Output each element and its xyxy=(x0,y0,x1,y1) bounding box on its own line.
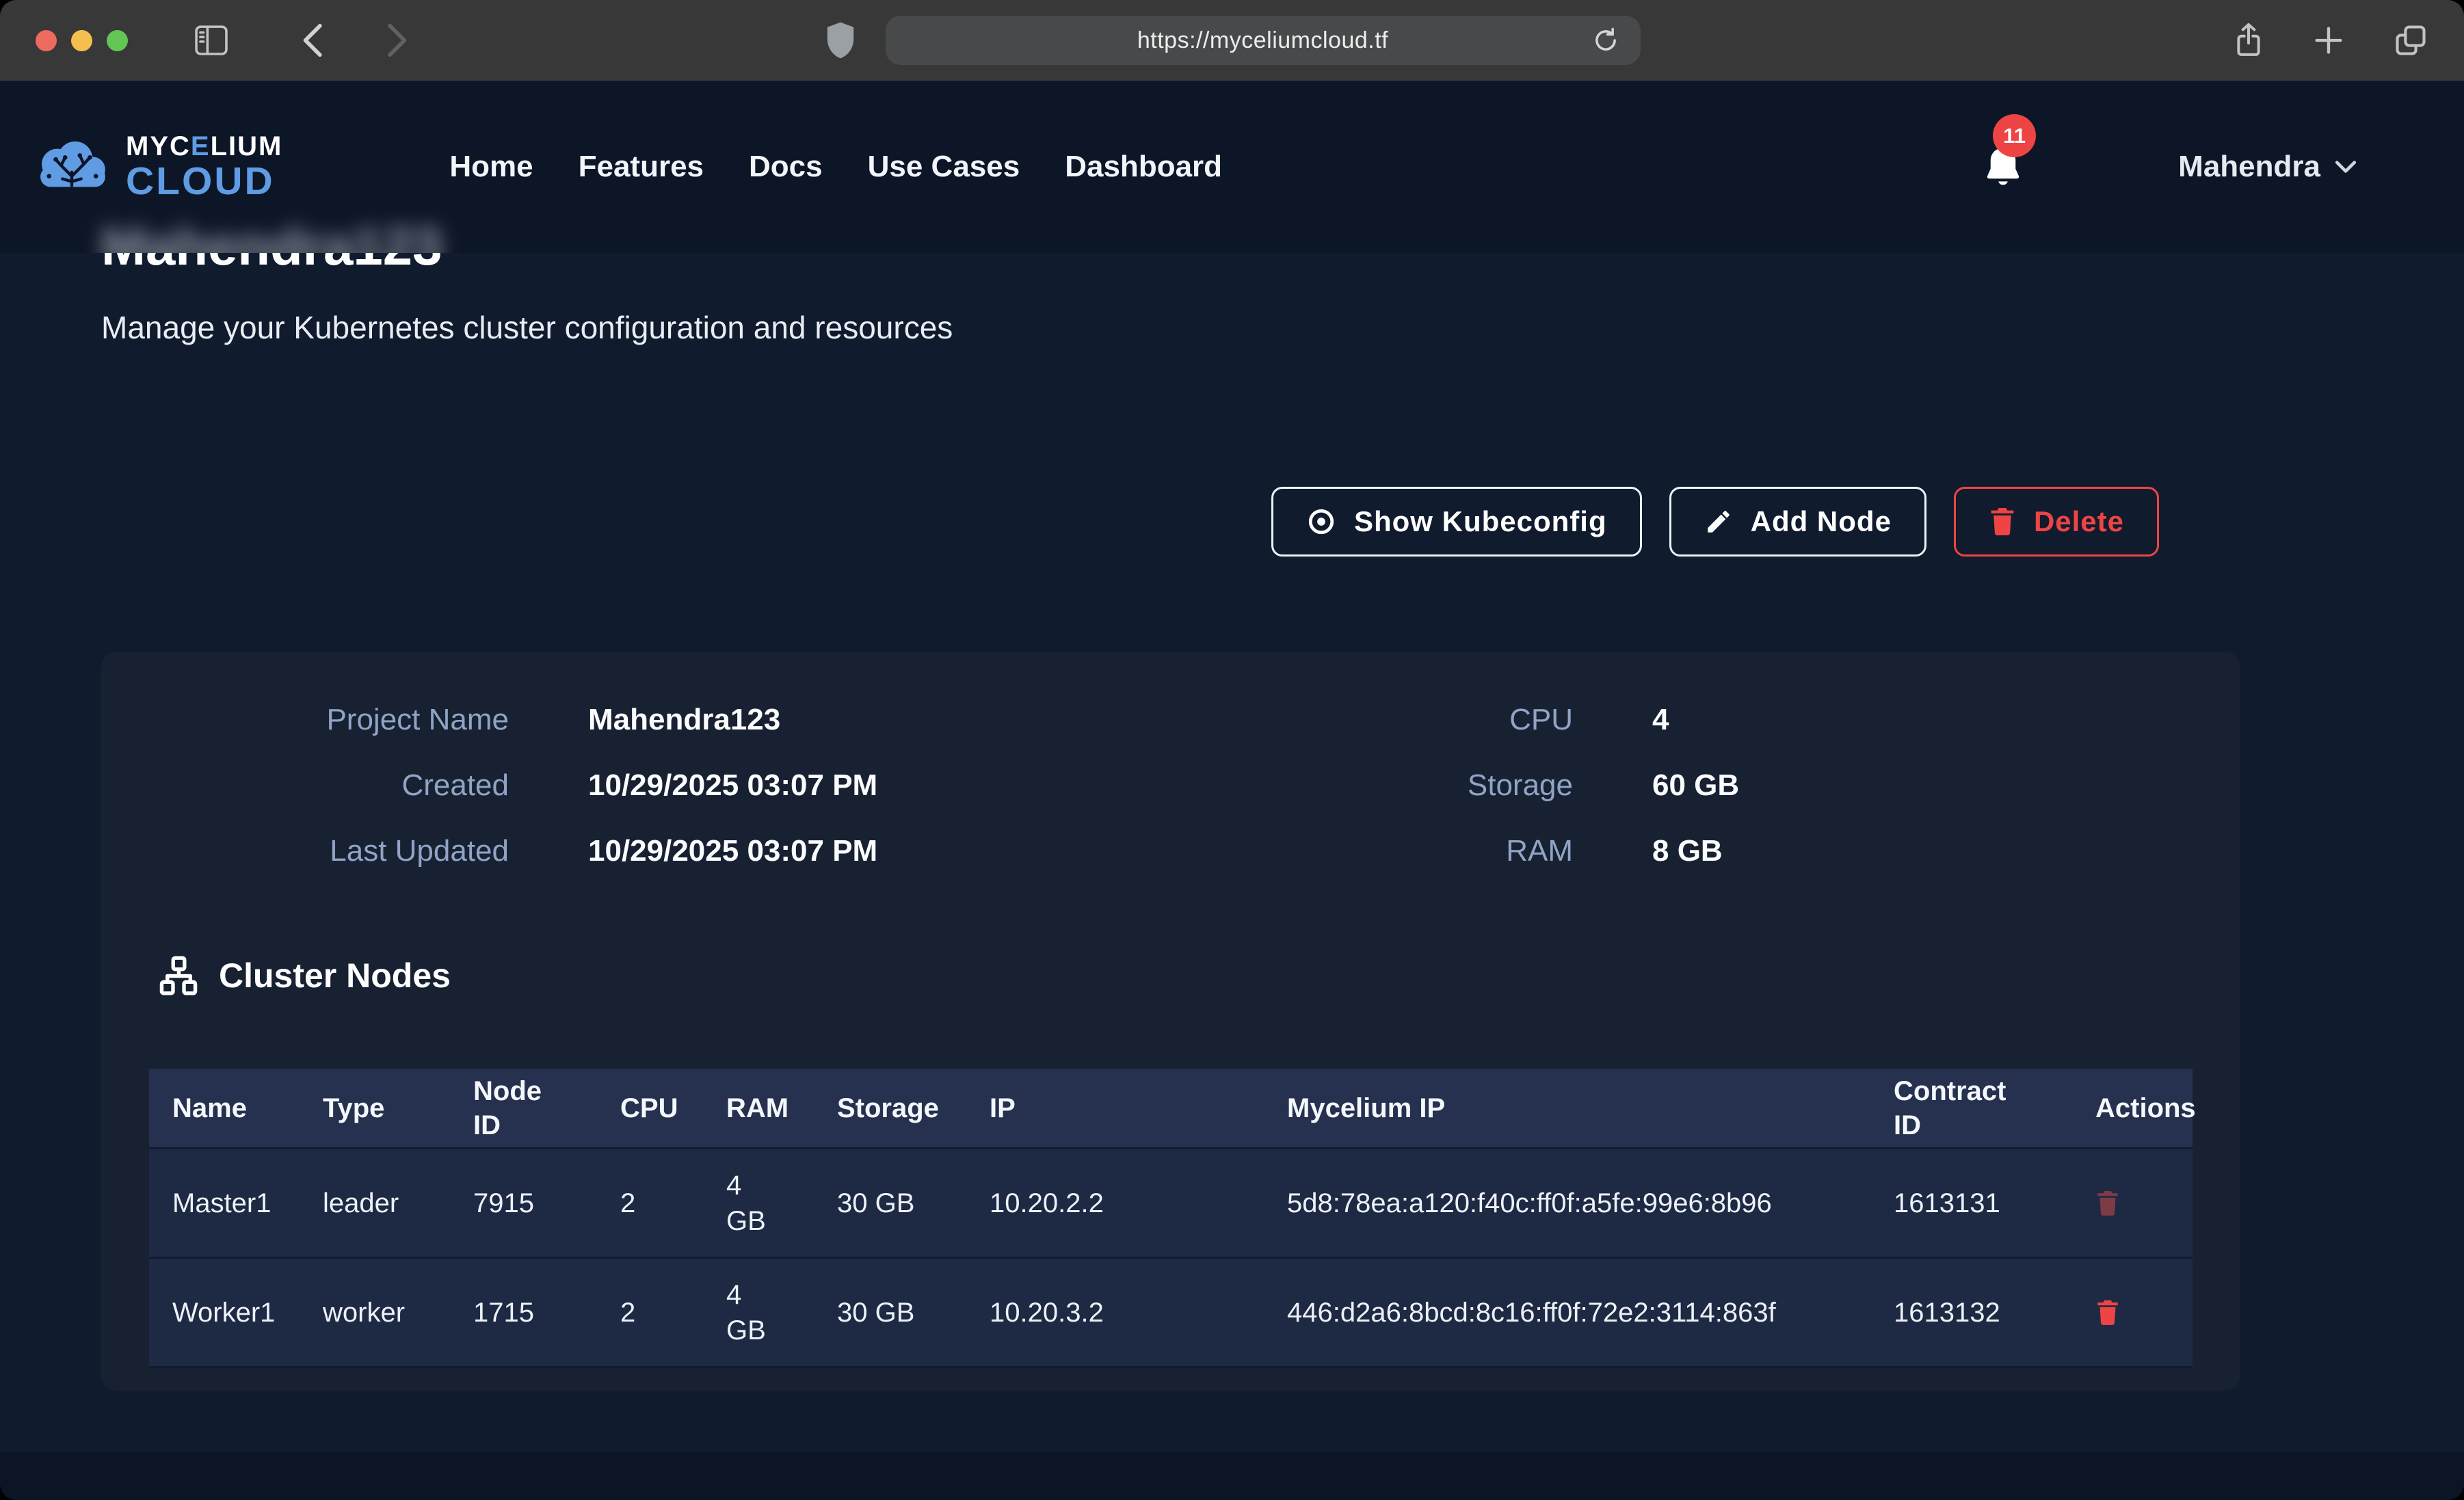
cluster-nodes-heading: Cluster Nodes xyxy=(157,954,451,997)
notifications-button[interactable]: 11 xyxy=(1982,144,2024,189)
cloud-logo-icon xyxy=(31,137,112,196)
nav-item-use-cases[interactable]: Use Cases xyxy=(868,150,1020,184)
brand-e-bars: E xyxy=(191,131,211,161)
pencil-icon xyxy=(1704,507,1733,536)
brand-wordmark: MYCELIUM CLOUD xyxy=(126,133,282,201)
network-nodes-icon xyxy=(157,954,200,997)
url-text: https://myceliumcloud.tf xyxy=(1137,27,1388,54)
eye-icon xyxy=(1306,507,1336,537)
nav-item-features[interactable]: Features xyxy=(579,150,704,184)
delete-node-icon[interactable] xyxy=(2095,1190,2120,1217)
page-subtitle: Manage your Kubernetes cluster configura… xyxy=(101,309,953,346)
user-name: Mahendra xyxy=(2178,150,2320,184)
cluster-info-right: CPU 4 Storage 60 GB RAM 8 GB xyxy=(1231,703,1739,900)
user-menu[interactable]: Mahendra xyxy=(2178,150,2357,184)
browser-chrome: https://myceliumcloud.tf xyxy=(0,0,2464,81)
back-icon[interactable] xyxy=(300,23,323,58)
site-header: Mahendra123 xyxy=(0,81,2464,253)
info-row-created: Created 10/29/2025 03:07 PM xyxy=(101,768,877,803)
chevron-down-icon xyxy=(2334,159,2357,174)
info-row-ram: RAM 8 GB xyxy=(1231,834,1739,868)
table-row-worker1: Worker1 worker 1715 2 4 GB 30 GB 10.20.3… xyxy=(149,1257,2193,1368)
page-title-blur-ghost: Mahendra123 xyxy=(101,216,442,253)
footer-band xyxy=(0,1452,2464,1500)
table-header-row: Name Type Node ID CPU RAM Storage IP Myc… xyxy=(149,1069,2193,1147)
info-row-project-name: Project Name Mahendra123 xyxy=(101,703,877,737)
info-row-storage: Storage 60 GB xyxy=(1231,768,1739,803)
cluster-nodes-title: Cluster Nodes xyxy=(219,956,451,995)
delete-node-icon[interactable] xyxy=(2095,1299,2120,1326)
main-nav: Home Features Docs Use Cases Dashboard xyxy=(449,150,1222,184)
brand-logo[interactable]: MYCELIUM CLOUD xyxy=(31,133,282,201)
tab-overview-icon[interactable] xyxy=(2393,23,2428,58)
nav-item-dashboard[interactable]: Dashboard xyxy=(1065,150,1222,184)
cluster-nodes-table: Name Type Node ID CPU RAM Storage IP Myc… xyxy=(149,1069,2193,1368)
table-row-master1: Master1 leader 7915 2 4 GB 30 GB 10.20.2… xyxy=(149,1147,2193,1257)
privacy-shield-icon[interactable] xyxy=(824,21,857,60)
cluster-actions-toolbar: Show Kubeconfig Add Node Delete xyxy=(1271,487,2159,557)
new-tab-icon[interactable] xyxy=(2312,24,2345,57)
close-window-button[interactable] xyxy=(36,30,57,51)
reload-icon[interactable] xyxy=(1587,25,1624,55)
address-bar[interactable]: https://myceliumcloud.tf xyxy=(886,16,1641,65)
info-row-cpu: CPU 4 xyxy=(1231,703,1739,737)
cluster-details-card: Project Name Mahendra123 Created 10/29/2… xyxy=(101,652,2240,1391)
delete-cluster-button[interactable]: Delete xyxy=(1954,487,2159,557)
share-icon[interactable] xyxy=(2233,21,2264,59)
sidebar-toggle-icon[interactable] xyxy=(194,25,229,56)
nav-item-docs[interactable]: Docs xyxy=(749,150,823,184)
nav-item-home[interactable]: Home xyxy=(449,150,533,184)
minimize-window-button[interactable] xyxy=(71,30,92,51)
zoom-window-button[interactable] xyxy=(107,30,128,51)
show-kubeconfig-button[interactable]: Show Kubeconfig xyxy=(1271,487,1642,557)
add-node-button[interactable]: Add Node xyxy=(1669,487,1926,557)
trash-icon xyxy=(1989,507,2016,537)
forward-icon[interactable] xyxy=(386,23,410,58)
cluster-info-left: Project Name Mahendra123 Created 10/29/2… xyxy=(101,703,877,900)
browser-window: https://myceliumcloud.tf xyxy=(0,0,2464,1500)
traffic-lights xyxy=(36,30,128,51)
notification-badge: 11 xyxy=(1993,114,2036,157)
info-row-last-updated: Last Updated 10/29/2025 03:07 PM xyxy=(101,834,877,868)
